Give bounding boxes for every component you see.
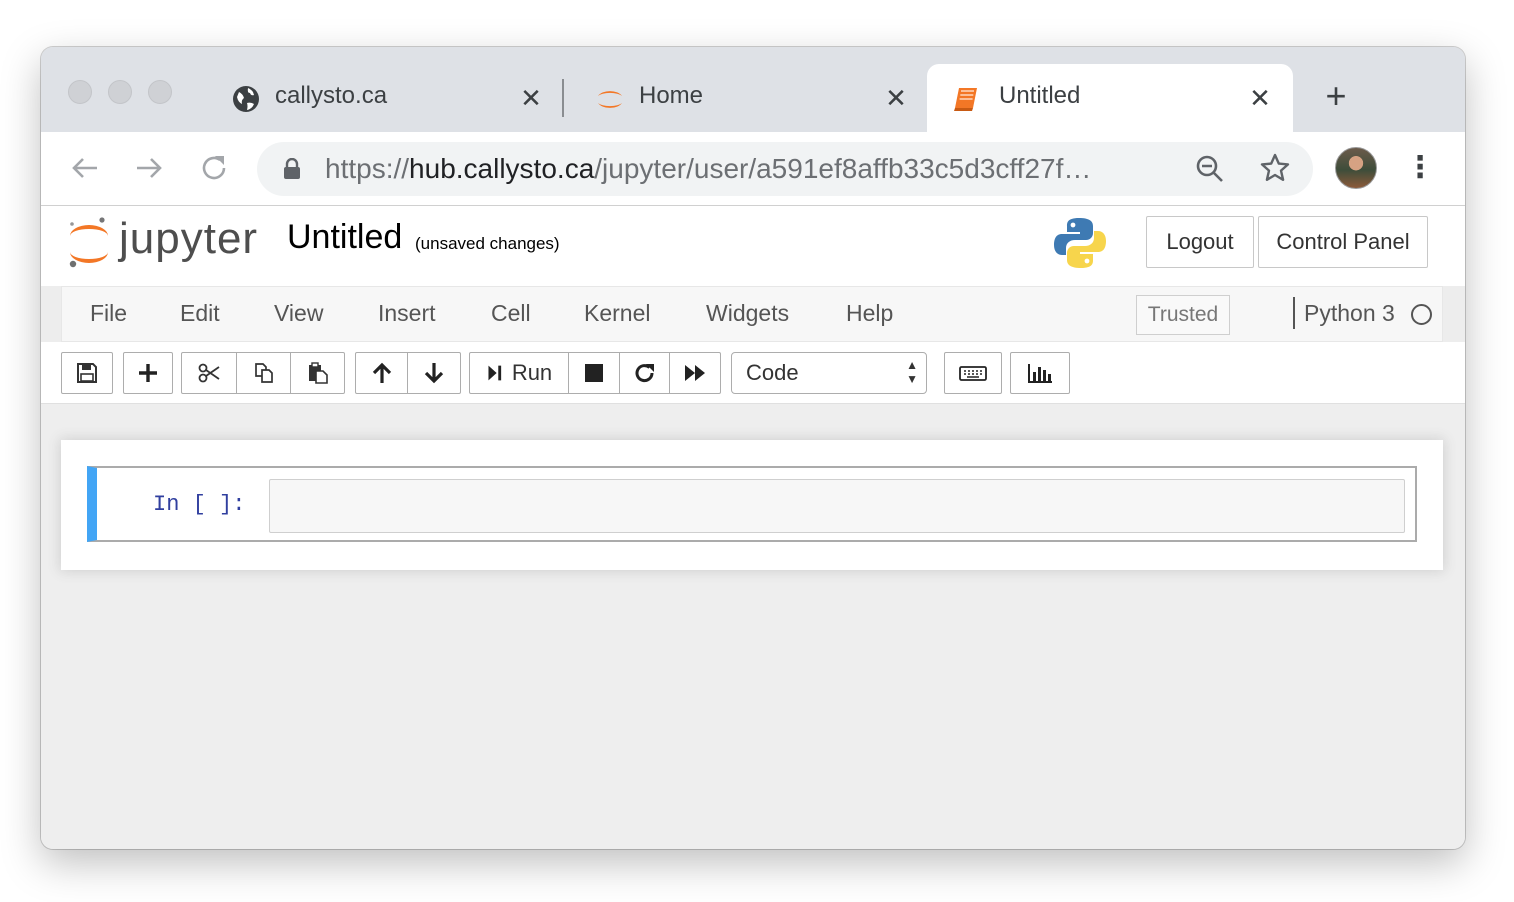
profile-avatar[interactable] — [1335, 147, 1377, 189]
browser-toolbar: https://hub.callysto.ca/jupyter/user/a59… — [41, 132, 1465, 206]
url-text[interactable]: https://hub.callysto.ca/jupyter/user/a59… — [325, 153, 1185, 185]
notebook-container: In [ ]: — [61, 440, 1443, 570]
tab-callysto[interactable]: callysto.ca ✕ — [201, 64, 561, 132]
cell-input-editor[interactable] — [269, 479, 1405, 533]
command-palette-button[interactable] — [944, 352, 1002, 394]
jupyter-icon — [598, 91, 622, 108]
jupyter-logo[interactable]: jupyter — [67, 214, 259, 270]
lock-icon — [284, 158, 300, 179]
minimize-window-button[interactable] — [108, 80, 132, 104]
cell-type-select[interactable]: Code ▲ ▼ — [731, 352, 927, 394]
close-tab-icon[interactable]: ✕ — [881, 83, 911, 113]
menu-help[interactable]: Help — [846, 300, 893, 327]
jupyter-header: jupyter Untitled (unsaved changes) Logou… — [41, 206, 1465, 286]
url-path: /jupyter/user/a591ef8affb33c5d3cff27f… — [594, 153, 1092, 184]
plus-icon — [139, 364, 157, 382]
menu-cell[interactable]: Cell — [491, 300, 531, 327]
jupyter-wordmark: jupyter — [119, 214, 259, 263]
new-tab-button[interactable]: + — [1319, 78, 1353, 115]
address-bar[interactable]: https://hub.callysto.ca/jupyter/user/a59… — [257, 142, 1313, 196]
notebook-site: In [ ]: — [41, 404, 1465, 849]
step-forward-icon — [488, 365, 501, 381]
url-scheme: https:// — [325, 153, 410, 184]
notebook-title[interactable]: Untitled — [287, 218, 402, 257]
close-window-button[interactable] — [68, 80, 92, 104]
kernel-idle-icon — [1411, 304, 1432, 325]
save-status: (unsaved changes) — [415, 234, 560, 253]
restart-kernel-button[interactable] — [619, 352, 670, 394]
reload-button[interactable] — [196, 150, 232, 186]
notebook-menubar: File Edit View Insert Cell Kernel Widget… — [61, 286, 1443, 342]
kernel-separator — [1293, 297, 1295, 329]
zoom-out-icon[interactable] — [1195, 154, 1225, 184]
menu-widgets[interactable]: Widgets — [706, 300, 789, 327]
browser-menu-icon[interactable]: ⋮ — [1405, 150, 1435, 188]
zoom-window-button[interactable] — [148, 80, 172, 104]
notebook-toolbar: Run Code ▲ ▼ — [41, 342, 1465, 404]
stop-icon — [585, 364, 603, 382]
keyboard-icon — [959, 366, 987, 381]
cell-type-value: Code — [746, 360, 799, 385]
tab-title: Untitled — [999, 82, 1081, 109]
jupyter-logo-icon — [69, 217, 108, 268]
menu-insert[interactable]: Insert — [378, 300, 436, 327]
close-tab-icon[interactable]: ✕ — [1245, 83, 1275, 113]
copy-icon — [254, 363, 273, 383]
run-button[interactable]: Run — [469, 352, 569, 394]
logout-button[interactable]: Logout — [1146, 216, 1254, 268]
tab-title: callysto.ca — [275, 82, 388, 109]
python-logo-icon — [1054, 218, 1106, 268]
insert-cell-button[interactable] — [123, 352, 173, 394]
tab-separator — [562, 79, 564, 117]
paste-icon — [308, 362, 328, 384]
bar-chart-icon — [1028, 364, 1052, 383]
kernel-name: Python 3 — [1304, 300, 1395, 326]
control-panel-button[interactable]: Control Panel — [1258, 216, 1428, 268]
save-button[interactable] — [61, 352, 113, 394]
tab-home[interactable]: Home ✕ — [565, 64, 925, 132]
arrow-right-icon — [137, 158, 162, 178]
move-up-button[interactable] — [355, 352, 408, 394]
close-tab-icon[interactable]: ✕ — [516, 83, 546, 113]
back-button[interactable] — [67, 150, 103, 186]
select-arrows-icon: ▲ ▼ — [906, 358, 918, 386]
reload-icon — [202, 156, 226, 180]
url-host: hub.callysto.ca — [409, 153, 595, 184]
menu-file[interactable]: File — [90, 300, 127, 327]
scissors-icon — [198, 363, 220, 383]
arrow-left-icon — [72, 158, 97, 178]
arrow-up-icon — [372, 362, 391, 383]
menu-edit[interactable]: Edit — [180, 300, 220, 327]
arrow-down-icon — [424, 363, 444, 384]
run-label: Run — [511, 360, 553, 385]
move-down-button[interactable] — [407, 352, 461, 394]
menu-kernel[interactable]: Kernel — [584, 300, 650, 327]
resource-usage-button[interactable] — [1010, 352, 1070, 394]
restart-icon — [635, 364, 654, 383]
tab-untitled[interactable]: Untitled ✕ — [927, 64, 1293, 132]
bookmark-star-icon[interactable] — [1259, 152, 1291, 184]
menu-view[interactable]: View — [274, 300, 323, 327]
tab-strip: callysto.ca ✕ Home ✕ Untitled ✕ + — [41, 47, 1465, 132]
input-prompt: In [ ]: — [153, 492, 246, 517]
tab-title: Home — [639, 82, 704, 109]
save-icon — [77, 363, 97, 383]
fast-forward-icon — [685, 365, 705, 381]
browser-window: callysto.ca ✕ Home ✕ Untitled ✕ + https:… — [41, 47, 1465, 849]
interrupt-kernel-button[interactable] — [568, 352, 620, 394]
forward-button[interactable] — [131, 150, 167, 186]
notebook-icon — [954, 88, 977, 111]
copy-button[interactable] — [236, 352, 291, 394]
restart-run-all-button[interactable] — [669, 352, 721, 394]
trusted-indicator[interactable]: Trusted — [1136, 295, 1230, 335]
globe-icon — [233, 86, 259, 112]
code-cell[interactable]: In [ ]: — [87, 466, 1417, 542]
cut-button[interactable] — [181, 352, 237, 394]
paste-button[interactable] — [290, 352, 345, 394]
